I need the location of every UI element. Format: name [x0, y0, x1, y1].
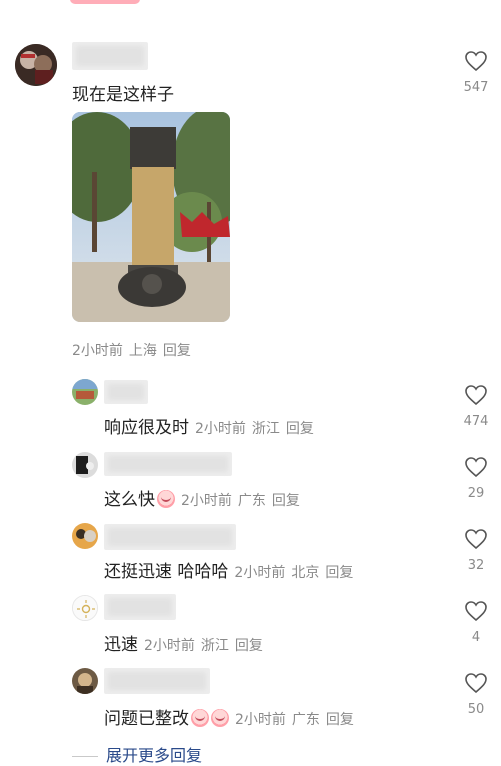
reply-time: 2小时前 — [234, 565, 286, 581]
reply-location: 广东 — [237, 493, 266, 509]
reply-item: 问题已整改 2小时前 广东 回复 — [104, 704, 354, 729]
username-blurred[interactable] — [72, 42, 148, 70]
username-blurred[interactable] — [104, 524, 236, 550]
username-blurred[interactable] — [104, 380, 148, 404]
reply-link[interactable]: 回复 — [325, 565, 353, 581]
expand-more-label[interactable]: 展开更多回复 — [106, 746, 202, 765]
heart-outline-icon — [465, 457, 487, 478]
username-blurred[interactable] — [104, 594, 176, 620]
comment-time: 2小时前 — [72, 343, 123, 359]
expand-more-replies-button[interactable]: 展开更多回复 — [72, 742, 202, 766]
reply-time: 2小时前 — [181, 493, 232, 509]
reply-link[interactable]: 回复 — [235, 638, 263, 654]
reply-text: 响应很及时 — [104, 418, 189, 438]
heart-outline-icon — [465, 385, 487, 406]
like-button[interactable]: 50 — [456, 672, 496, 717]
comment-location: 上海 — [128, 343, 157, 359]
heart-outline-icon — [465, 529, 487, 550]
reply-item: 迅速 2小时前 浙江 回复 — [104, 630, 263, 655]
divider-line — [72, 756, 98, 757]
avatar[interactable] — [72, 379, 98, 405]
reply-text: 迅速 — [104, 635, 138, 655]
like-count: 29 — [467, 486, 485, 501]
reply-location: 浙江 — [200, 638, 229, 654]
avatar[interactable] — [72, 595, 98, 621]
username-blurred[interactable] — [104, 452, 232, 476]
reply-time: 2小时前 — [144, 638, 195, 654]
reply-item: 还挺迅速 哈哈哈 2小时前 北京 回复 — [104, 557, 353, 582]
like-count: 50 — [467, 702, 485, 717]
like-button[interactable]: 547 — [456, 50, 496, 95]
reply-link[interactable]: 回复 — [286, 421, 314, 437]
username-blurred[interactable] — [104, 668, 210, 694]
like-count: 32 — [467, 558, 485, 573]
avatar[interactable] — [72, 668, 98, 694]
reply-text: 还挺迅速 哈哈哈 — [104, 562, 229, 582]
heart-outline-icon — [465, 601, 487, 622]
avatar[interactable] — [72, 523, 98, 549]
like-count: 4 — [471, 630, 481, 645]
stone-stele-photo — [72, 112, 230, 322]
like-count: 547 — [463, 80, 489, 95]
avatar[interactable] — [72, 452, 98, 478]
comment-meta: 2小时前 上海 回复 — [72, 340, 191, 360]
truncated-top-element — [70, 0, 140, 4]
laughing-tears-emoji-icon — [157, 490, 175, 508]
avatar[interactable] — [15, 44, 57, 86]
heart-outline-icon — [465, 51, 487, 72]
like-button[interactable]: 474 — [456, 384, 496, 429]
comment-photo[interactable] — [72, 112, 230, 322]
laughing-tears-emoji-icon — [211, 709, 229, 727]
like-count: 474 — [463, 414, 489, 429]
like-button[interactable]: 32 — [456, 528, 496, 573]
reply-link[interactable]: 回复 — [326, 712, 354, 728]
reply-text: 这么快 — [104, 490, 155, 510]
reply-time: 2小时前 — [235, 712, 286, 728]
reply-location: 北京 — [291, 565, 320, 581]
reply-text: 问题已整改 — [104, 709, 189, 729]
comment-text: 现在是这样子 — [72, 85, 174, 105]
reply-location: 浙江 — [251, 421, 280, 437]
reply-location: 广东 — [291, 712, 320, 728]
reply-item: 响应很及时 2小时前 浙江 回复 — [104, 413, 314, 438]
reply-time: 2小时前 — [195, 421, 246, 437]
like-button[interactable]: 29 — [456, 456, 496, 501]
laughing-tears-emoji-icon — [191, 709, 209, 727]
heart-outline-icon — [465, 673, 487, 694]
reply-link[interactable]: 回复 — [272, 493, 300, 509]
reply-link[interactable]: 回复 — [163, 343, 191, 359]
like-button[interactable]: 4 — [456, 600, 496, 645]
reply-item: 这么快 2小时前 广东 回复 — [104, 485, 300, 510]
